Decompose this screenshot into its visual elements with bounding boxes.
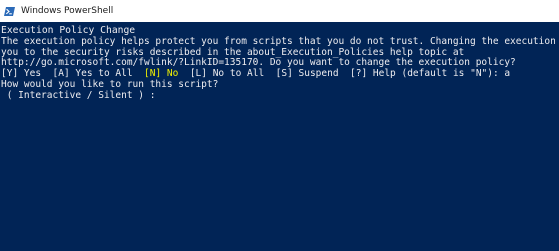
choice-no-to-all: [L] No to All [189,68,265,80]
window-title: Windows PowerShell [21,6,114,16]
choice-yes-to-all: [A] Yes to All [52,68,133,80]
message-line: The execution policy helps protect you f… [1,35,556,47]
powershell-window: Windows PowerShell Execution Policy Chan… [0,0,559,251]
powershell-icon [4,6,15,16]
console-output[interactable]: Execution Policy Change The execution po… [0,25,559,102]
title-bar[interactable]: Windows PowerShell [0,0,559,22]
choice-help: [?] Help (default is "N"): a [350,68,511,80]
choice-suspend: [S] Suspend [275,68,339,80]
choice-yes: [Y] Yes [1,68,42,80]
run-mode-prompt[interactable]: ( Interactive / Silent ) : [1,90,559,102]
choice-no-default: [N] No [144,68,179,80]
